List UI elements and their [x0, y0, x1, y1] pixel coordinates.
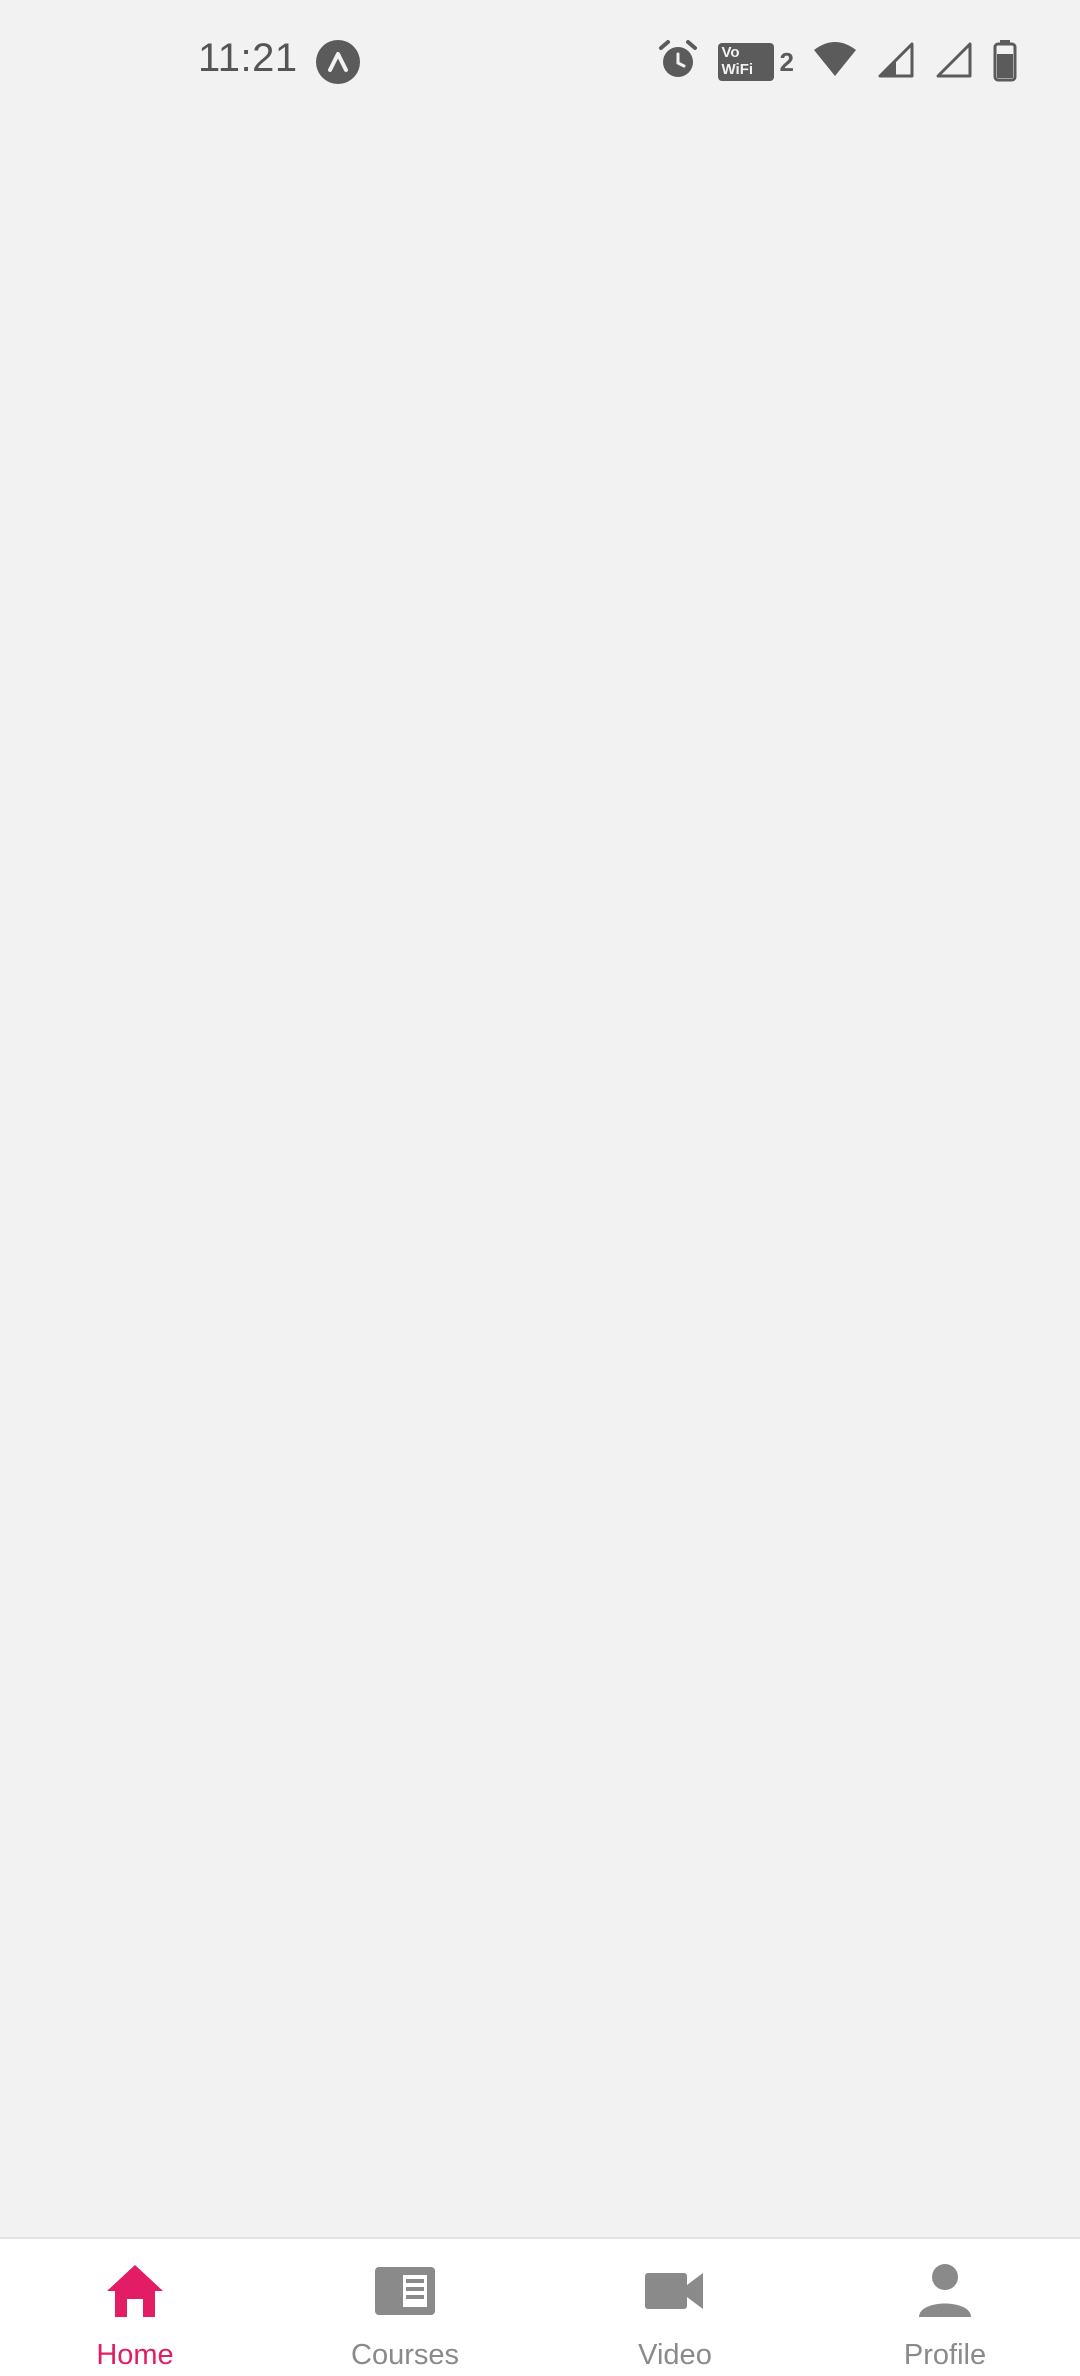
vowifi-sim-number: 2 [779, 46, 794, 77]
signal-icon-2 [934, 40, 974, 85]
nav-item-video[interactable]: Video [540, 2239, 810, 2376]
bottom-navigation: Home Courses Video Profile [0, 2237, 1080, 2376]
nav-label-courses: Courses [351, 2339, 459, 2371]
app-screen: 11:21 Vo WiFi 2 Home Courses Video Profi… [0, 0, 1080, 2376]
person-icon [913, 2259, 977, 2323]
nav-label-video: Video [638, 2339, 712, 2371]
battery-icon [992, 38, 1018, 87]
signal-icon-1 [876, 40, 916, 85]
wifi-icon [812, 40, 858, 85]
nav-item-courses[interactable]: Courses [270, 2239, 540, 2376]
main-content [0, 120, 1080, 2237]
video-camera-icon [643, 2259, 707, 2323]
nav-item-profile[interactable]: Profile [810, 2239, 1080, 2376]
vowifi-line1: Vo [721, 44, 740, 61]
status-icons: Vo WiFi 2 [656, 38, 1018, 86]
status-time: 11:21 [198, 36, 298, 80]
home-icon [103, 2259, 167, 2323]
courses-icon [373, 2259, 437, 2323]
nav-label-profile: Profile [903, 2339, 987, 2371]
vowifi-line2: WiFi [721, 61, 754, 78]
status-bar: 11:21 Vo WiFi 2 [0, 0, 1080, 120]
alarm-icon [656, 38, 700, 87]
nav-label-home: Home [96, 2339, 174, 2371]
nav-item-home[interactable]: Home [0, 2239, 270, 2376]
vowifi-icon: Vo WiFi [717, 43, 774, 81]
expo-app-icon [316, 40, 360, 84]
